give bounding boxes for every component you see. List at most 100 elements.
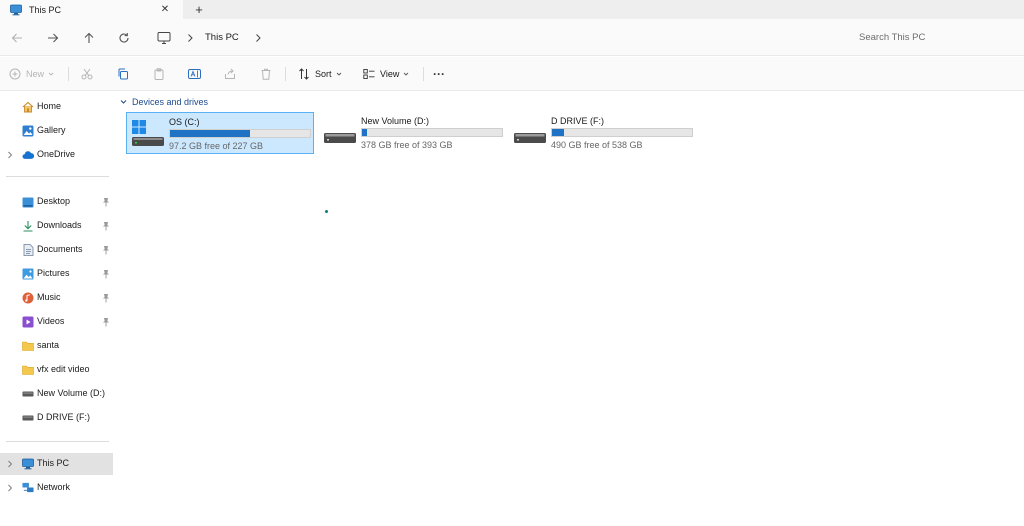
view-button[interactable]: View <box>363 65 409 83</box>
search-input[interactable]: Search This PC <box>845 25 1024 49</box>
music-icon <box>22 292 34 304</box>
chevron-right-icon[interactable] <box>253 33 263 43</box>
sidebar-item-label: Desktop <box>37 196 71 206</box>
sort-label: Sort <box>315 69 332 79</box>
chevron-right-icon[interactable] <box>6 483 14 493</box>
home-icon <box>22 101 34 113</box>
sort-icon <box>299 68 309 80</box>
tab-title: This PC <box>29 4 62 15</box>
tab-this-pc[interactable]: This PC ✕ <box>0 0 183 19</box>
sidebar-divider <box>6 441 109 442</box>
busy-indicator <box>325 210 328 213</box>
copy-icon <box>118 68 128 80</box>
sidebar-item-documents[interactable]: Documents <box>0 239 113 261</box>
pin-icon <box>103 222 109 231</box>
sidebar-item-home[interactable]: Home <box>0 96 113 118</box>
view-label: View <box>380 69 400 79</box>
folder-icon <box>22 340 34 352</box>
rename-button[interactable] <box>188 65 201 83</box>
sidebar-item-desktop[interactable]: Desktop <box>0 191 113 213</box>
pin-icon <box>103 198 109 207</box>
sidebar-item-d-drive-f[interactable]: D DRIVE (F:) <box>0 407 113 429</box>
paste-button[interactable] <box>153 65 165 83</box>
sidebar-item-new-volume-d[interactable]: New Volume (D:) <box>0 383 113 405</box>
sidebar-item-gallery[interactable]: Gallery <box>0 120 113 142</box>
desktop-folder-icon <box>22 196 34 208</box>
devices-and-drives-header[interactable]: Devices and drives <box>120 97 208 107</box>
sort-button[interactable]: Sort <box>298 65 342 83</box>
breadcrumb[interactable]: This PC <box>150 24 830 51</box>
arrow-right-icon <box>48 33 59 43</box>
tab-strip: This PC ✕ + <box>0 0 1024 19</box>
refresh-button[interactable] <box>114 28 134 48</box>
delete-button[interactable] <box>260 65 272 83</box>
drive-icon <box>514 117 546 149</box>
download-icon <box>22 220 34 232</box>
forward-button[interactable] <box>43 28 63 48</box>
breadcrumb-this-pc[interactable]: This PC <box>205 32 239 43</box>
sidebar-item-vfx-edit-video[interactable]: vfx edit video <box>0 359 113 381</box>
toolbar-divider <box>68 67 69 81</box>
pin-icon <box>103 246 109 255</box>
sidebar-item-label: santa <box>37 340 60 350</box>
plus-circle-icon <box>9 68 21 80</box>
sidebar-item-music[interactable]: Music <box>0 287 113 309</box>
computer-icon <box>157 31 171 45</box>
drive-name: OS (C:) <box>169 117 200 127</box>
sidebar-item-label: Documents <box>37 244 83 254</box>
drive-d-drive-f[interactable]: D DRIVE (F:) 490 GB free of 538 GB <box>509 112 699 154</box>
chevron-down-icon <box>336 71 342 77</box>
sidebar-item-label: vfx edit video <box>37 364 90 374</box>
drive-free-space: 490 GB free of 538 GB <box>551 140 643 150</box>
content-pane: Devices and drives OS (C:) 97.2 GB free … <box>113 92 1024 526</box>
drive-usage-bar <box>169 129 311 138</box>
drive-os-c[interactable]: OS (C:) 97.2 GB free of 227 GB <box>126 112 314 154</box>
sidebar-item-network[interactable]: Network <box>0 477 113 499</box>
group-label: Devices and drives <box>132 97 209 107</box>
chevron-down-icon <box>48 71 54 77</box>
new-button[interactable]: New <box>9 65 54 83</box>
documents-icon <box>22 244 34 256</box>
close-tab-button[interactable]: ✕ <box>158 2 172 16</box>
chevron-right-icon[interactable] <box>6 150 14 160</box>
drive-new-volume-d[interactable]: New Volume (D:) 378 GB free of 393 GB <box>319 112 509 154</box>
new-tab-button[interactable]: + <box>190 1 208 17</box>
pin-icon <box>103 270 109 279</box>
network-icon <box>22 482 34 494</box>
up-button[interactable] <box>79 28 99 48</box>
command-bar: New Sort View ··· <box>0 57 1024 91</box>
sidebar-item-videos[interactable]: Videos <box>0 311 113 333</box>
chevron-right-icon[interactable] <box>6 459 14 469</box>
sidebar-item-label: Network <box>37 482 71 492</box>
drive-icon <box>324 117 356 149</box>
chevron-down-icon <box>120 100 127 104</box>
refresh-icon <box>119 33 129 43</box>
sidebar-item-santa[interactable]: santa <box>0 335 113 357</box>
arrow-up-icon <box>84 32 94 43</box>
folder-icon <box>22 364 34 376</box>
sidebar-item-downloads[interactable]: Downloads <box>0 215 113 237</box>
sidebar-item-label: This PC <box>37 458 70 468</box>
navigation-pane: Home Gallery OneDrive Desktop Downloads … <box>0 92 113 526</box>
cut-button[interactable] <box>81 65 93 83</box>
videos-icon <box>22 316 34 328</box>
sidebar-item-onedrive[interactable]: OneDrive <box>0 144 113 166</box>
sidebar-item-this-pc[interactable]: This PC <box>0 453 113 475</box>
address-row: This PC Search This PC <box>0 19 1024 56</box>
sidebar-item-label: Home <box>37 101 62 111</box>
sidebar-divider <box>6 176 109 177</box>
drive-name: D DRIVE (F:) <box>551 116 604 126</box>
more-options-button[interactable]: ··· <box>433 65 445 83</box>
drive-usage-fill <box>170 130 251 137</box>
sidebar-item-pictures[interactable]: Pictures <box>0 263 113 285</box>
trash-icon <box>261 68 271 80</box>
copy-button[interactable] <box>117 65 129 83</box>
share-button[interactable] <box>224 65 236 83</box>
sidebar-item-label: Gallery <box>37 125 66 135</box>
back-button[interactable] <box>7 28 27 48</box>
cloud-icon <box>22 149 34 161</box>
drive-usage-bar <box>361 128 503 137</box>
sidebar-item-label: OneDrive <box>37 149 76 159</box>
chevron-right-icon[interactable] <box>185 33 195 43</box>
sidebar-item-label: Music <box>37 292 61 302</box>
